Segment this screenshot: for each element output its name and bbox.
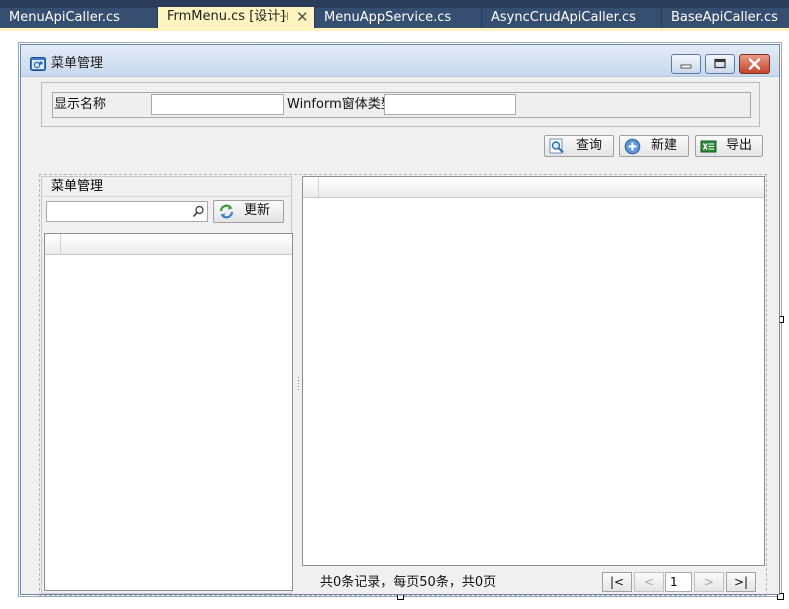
tab-menu-api-caller[interactable]: MenuApiCaller.cs xyxy=(0,8,157,28)
tab-async-crud-api-caller[interactable]: AsyncCrudApiCaller.cs xyxy=(482,8,661,28)
excel-export-icon xyxy=(700,140,717,153)
maximize-button[interactable] xyxy=(705,54,735,74)
row-indicator-header xyxy=(303,177,319,197)
tab-frm-menu-designer[interactable]: FrmMenu.cs [设计] ⊣ ✕ xyxy=(158,7,314,28)
tree-search-input[interactable] xyxy=(46,201,208,222)
search-icon[interactable] xyxy=(192,205,205,218)
form-title: 菜单管理 xyxy=(51,56,104,71)
row-indicator-header xyxy=(45,234,61,254)
tab-base-api-caller[interactable]: BaseApiCaller.cs xyxy=(662,8,789,28)
search-group-box: 显示名称 Winform窗体类型 xyxy=(41,82,760,127)
minimize-icon xyxy=(680,64,692,69)
splitter-grip[interactable] xyxy=(297,377,300,391)
pager-last-button[interactable]: >| xyxy=(726,572,756,592)
close-icon[interactable]: ✕ xyxy=(296,7,309,27)
tab-menu-app-service[interactable]: MenuAppService.cs xyxy=(315,8,481,28)
tab-label: FrmMenu.cs [设计] xyxy=(167,9,286,24)
winform-type-label: Winform窗体类型 xyxy=(287,97,394,112)
winform-type-input[interactable] xyxy=(384,94,516,115)
tab-label: BaseApiCaller.cs xyxy=(671,10,778,25)
refresh-button-label: 更新 xyxy=(244,203,271,218)
form-app-icon xyxy=(30,57,46,71)
form-window[interactable]: 菜单管理 显示名称 Winform窗体类型 查询 新建 导出 菜单管理 更新 共… xyxy=(20,44,780,596)
pager-next-button[interactable]: > xyxy=(694,572,724,592)
pager-first-button[interactable]: |< xyxy=(602,572,632,592)
tree-grid-header xyxy=(45,234,292,255)
document-tab-strip: MenuApiCaller.cs FrmMenu.cs [设计] ⊣ ✕ Men… xyxy=(0,0,789,28)
display-name-input[interactable] xyxy=(151,94,284,115)
query-button[interactable]: 查询 xyxy=(544,135,614,157)
pager-prev-button[interactable]: < xyxy=(634,572,664,592)
minimize-button[interactable] xyxy=(671,54,701,74)
maximize-icon xyxy=(714,58,726,69)
data-list-panel: 共0条记录，每页50条，共0页 |< < 1 > >| xyxy=(302,176,765,594)
main-data-grid[interactable] xyxy=(302,176,765,566)
add-button-label: 新建 xyxy=(651,138,678,153)
search-criteria-panel: 显示名称 Winform窗体类型 xyxy=(52,92,751,118)
menu-tree-caption: 菜单管理 xyxy=(42,177,291,197)
display-name-label: 显示名称 xyxy=(54,97,107,112)
menu-tree-grid[interactable] xyxy=(44,233,293,591)
refresh-icon xyxy=(219,204,234,219)
add-icon xyxy=(624,138,641,155)
add-button[interactable]: 新建 xyxy=(619,135,689,157)
tab-label: AsyncCrudApiCaller.cs xyxy=(491,10,636,25)
tab-label: MenuApiCaller.cs xyxy=(9,10,120,25)
refresh-button[interactable]: 更新 xyxy=(213,200,284,223)
pager-page-input[interactable]: 1 xyxy=(665,572,692,592)
query-button-label: 查询 xyxy=(576,138,603,153)
pin-icon[interactable]: ⊣ xyxy=(279,7,289,27)
search-icon xyxy=(549,138,564,154)
export-button-label: 导出 xyxy=(726,138,753,153)
tab-label: MenuAppService.cs xyxy=(324,10,452,25)
export-button[interactable]: 导出 xyxy=(695,135,763,157)
menu-tree-panel: 菜单管理 更新 xyxy=(41,176,293,594)
close-button[interactable] xyxy=(739,54,770,74)
pager-summary: 共0条记录，每页50条，共0页 xyxy=(320,575,497,590)
data-grid-header xyxy=(303,177,764,198)
form-title-bar[interactable]: 菜单管理 xyxy=(21,45,779,77)
form-client-area: 显示名称 Winform窗体类型 查询 新建 导出 菜单管理 更新 共0条记录，… xyxy=(21,77,779,596)
close-icon xyxy=(748,58,761,70)
